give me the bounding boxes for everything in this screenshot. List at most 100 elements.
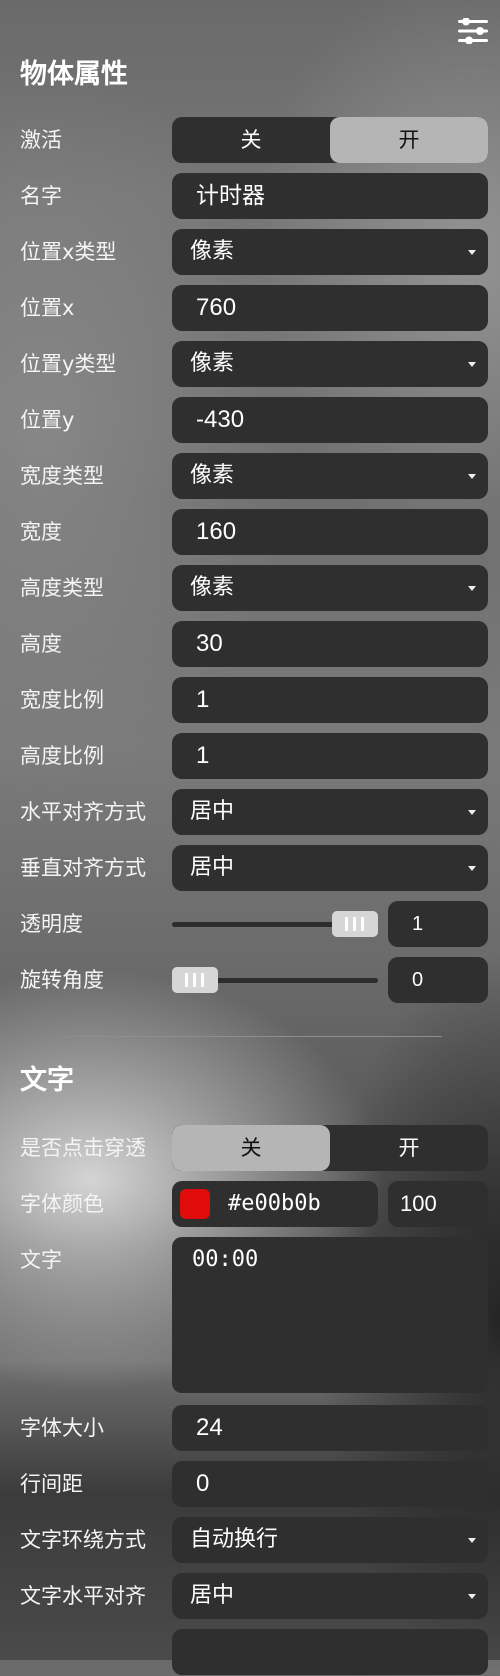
pos-y-type-label: 位置y类型 [20, 352, 117, 376]
v-align-select[interactable]: 居中 [172, 845, 488, 891]
rotation-slider-thumb[interactable] [172, 967, 218, 993]
height-type-select[interactable]: 像素 [172, 565, 488, 611]
height-scale-label: 高度比例 [20, 744, 104, 768]
click-through-off-option[interactable]: 关 [172, 1125, 330, 1171]
text-h-align-value: 居中 [190, 1583, 235, 1608]
row-pos-x: 位置x 760 [0, 284, 500, 332]
chevron-down-icon [468, 474, 476, 479]
row-text-h-align: 文字水平对齐 居中 [0, 1572, 500, 1620]
grip-line [185, 973, 188, 987]
row-font-size: 字体大小 24 [0, 1404, 500, 1452]
pos-y-type-select[interactable]: 像素 [172, 341, 488, 387]
name-label: 名字 [20, 184, 62, 208]
section-title-object-props: 物体属性 [20, 59, 128, 90]
pos-y-type-value: 像素 [190, 351, 235, 376]
wrap-mode-label: 文字环绕方式 [20, 1528, 146, 1552]
v-align-value: 居中 [190, 855, 235, 880]
h-align-label: 水平对齐方式 [20, 800, 146, 824]
font-color-picker[interactable]: #e00b0b [172, 1181, 378, 1227]
row-width-scale: 宽度比例 1 [0, 676, 500, 724]
row-font-color: 字体颜色 #e00b0b 100 [0, 1180, 500, 1228]
section-divider [62, 1036, 442, 1037]
v-align-label: 垂直对齐方式 [20, 856, 146, 880]
name-input[interactable]: 计时器 [172, 173, 488, 219]
row-height: 高度 30 [0, 620, 500, 668]
chevron-down-icon [468, 1594, 476, 1599]
height-scale-input[interactable]: 1 [172, 733, 488, 779]
chevron-down-icon [468, 362, 476, 367]
row-pos-y-type: 位置y类型 像素 [0, 340, 500, 388]
row-pos-x-type: 位置x类型 像素 [0, 228, 500, 276]
pos-x-type-label: 位置x类型 [20, 240, 117, 264]
pos-x-label: 位置x [20, 296, 75, 320]
pos-x-input[interactable]: 760 [172, 285, 488, 331]
click-through-label: 是否点击穿透 [20, 1136, 146, 1160]
font-color-alpha-input[interactable]: 100 [388, 1181, 488, 1227]
chevron-down-icon [468, 586, 476, 591]
h-align-select[interactable]: 居中 [172, 789, 488, 835]
grip-line [193, 973, 196, 987]
width-input[interactable]: 160 [172, 509, 488, 555]
line-spacing-input[interactable]: 0 [172, 1461, 488, 1507]
font-size-input[interactable]: 24 [172, 1405, 488, 1451]
row-active: 激活 关 开 [0, 116, 500, 164]
grip-line [353, 917, 356, 931]
row-wrap-mode: 文字环绕方式 自动换行 [0, 1516, 500, 1564]
next-partial-select[interactable] [172, 1629, 488, 1675]
opacity-slider-thumb[interactable] [332, 911, 378, 937]
wrap-mode-value: 自动换行 [190, 1527, 279, 1552]
grip-line [201, 973, 204, 987]
row-name: 名字 计时器 [0, 172, 500, 220]
chevron-down-icon [468, 866, 476, 871]
text-h-align-label: 文字水平对齐 [20, 1584, 146, 1608]
section-title-text-props: 文字 [20, 1065, 74, 1096]
row-height-scale: 高度比例 1 [0, 732, 500, 780]
font-color-hex: #e00b0b [228, 1191, 321, 1216]
pos-y-input[interactable]: -430 [172, 397, 488, 443]
line-spacing-label: 行间距 [20, 1472, 83, 1496]
active-toggle[interactable]: 关 开 [172, 117, 488, 163]
color-swatch[interactable] [180, 1189, 210, 1219]
sliders-menu-icon [458, 17, 488, 45]
opacity-label: 透明度 [20, 912, 83, 936]
active-on-option[interactable]: 开 [330, 117, 488, 163]
text-content-textarea[interactable]: 00:00 [172, 1237, 488, 1393]
pos-x-type-select[interactable]: 像素 [172, 229, 488, 275]
chevron-down-icon [468, 250, 476, 255]
row-text: 文字 00:00 [0, 1236, 500, 1393]
row-rotation: 旋转角度 0 [0, 956, 500, 1004]
active-off-option[interactable]: 关 [172, 117, 330, 163]
text-h-align-select[interactable]: 居中 [172, 1573, 488, 1619]
width-label: 宽度 [20, 520, 62, 544]
width-type-select[interactable]: 像素 [172, 453, 488, 499]
height-type-label: 高度类型 [20, 576, 104, 600]
chevron-down-icon [468, 810, 476, 815]
rotation-value-input[interactable]: 0 [388, 957, 488, 1003]
row-click-through: 是否点击穿透 关 开 [0, 1124, 500, 1172]
sliders-menu-button[interactable] [456, 17, 490, 45]
font-size-label: 字体大小 [20, 1416, 104, 1440]
pos-x-type-value: 像素 [190, 239, 235, 264]
text-label: 文字 [20, 1248, 62, 1272]
width-scale-input[interactable]: 1 [172, 677, 488, 723]
width-type-label: 宽度类型 [20, 464, 104, 488]
row-height-type: 高度类型 像素 [0, 564, 500, 612]
row-pos-y: 位置y -430 [0, 396, 500, 444]
opacity-value-input[interactable]: 1 [388, 901, 488, 947]
row-h-align: 水平对齐方式 居中 [0, 788, 500, 836]
rotation-label: 旋转角度 [20, 968, 104, 992]
height-input[interactable]: 30 [172, 621, 488, 667]
wrap-mode-select[interactable]: 自动换行 [172, 1517, 488, 1563]
width-scale-label: 宽度比例 [20, 688, 104, 712]
click-through-on-option[interactable]: 开 [330, 1125, 488, 1171]
grip-line [345, 917, 348, 931]
click-through-toggle[interactable]: 关 开 [172, 1125, 488, 1171]
active-label: 激活 [20, 128, 62, 152]
pos-y-label: 位置y [20, 408, 75, 432]
width-type-value: 像素 [190, 463, 235, 488]
height-type-value: 像素 [190, 575, 235, 600]
chevron-down-icon [468, 1538, 476, 1543]
font-color-label: 字体颜色 [20, 1192, 104, 1216]
row-next-partial [0, 1628, 500, 1676]
row-opacity: 透明度 1 [0, 900, 500, 948]
